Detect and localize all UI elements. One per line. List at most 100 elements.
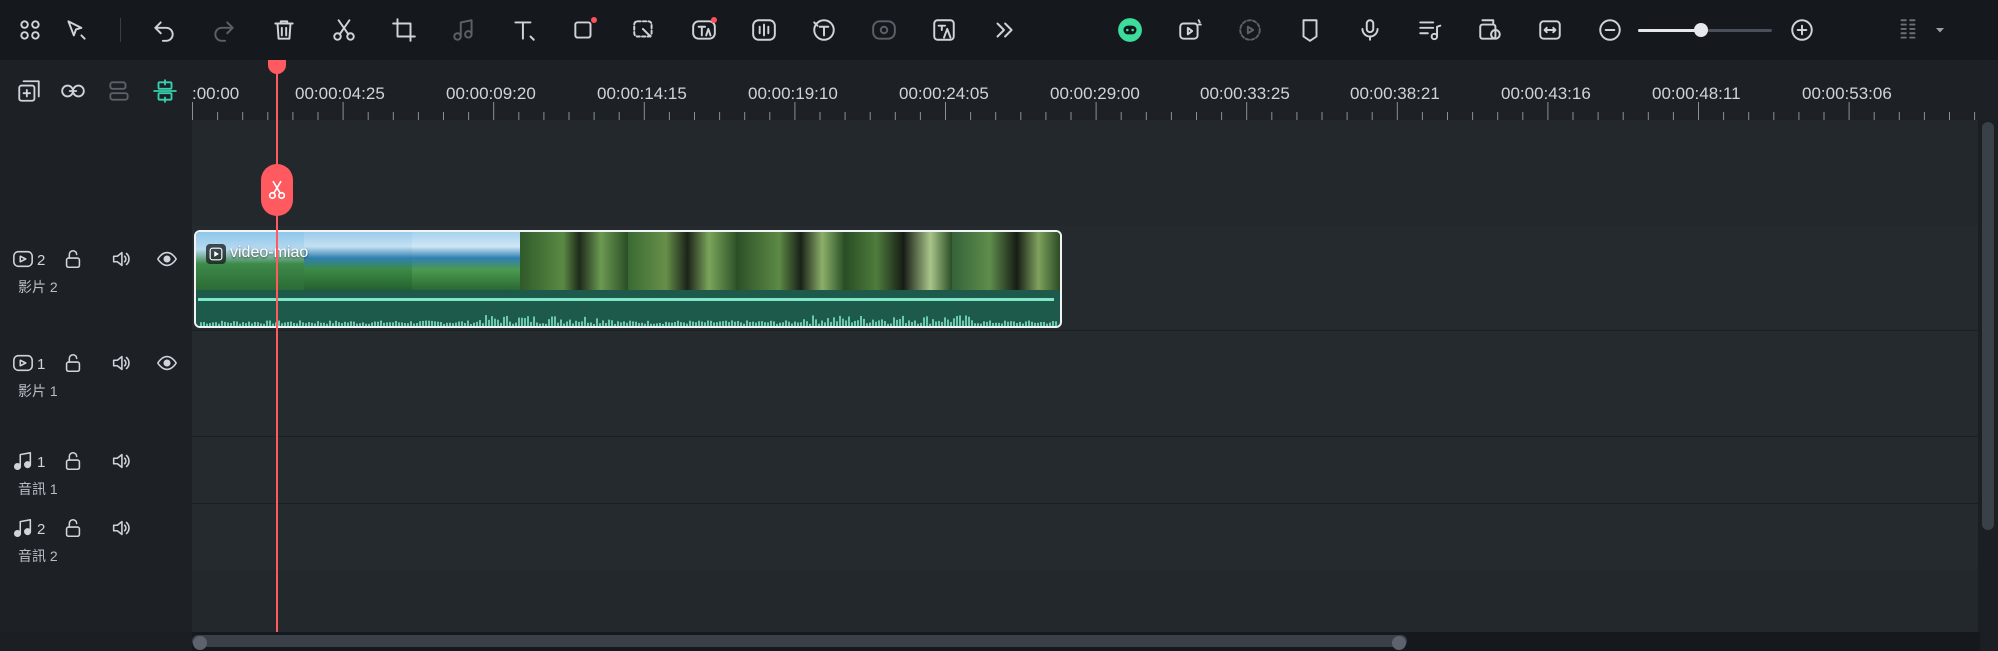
waveform-bar	[641, 322, 643, 326]
waveform-bar	[263, 323, 265, 326]
render-preview-icon[interactable]	[1234, 14, 1266, 46]
undo-icon[interactable]	[148, 14, 180, 46]
layout-icon[interactable]	[1892, 14, 1924, 46]
redo-icon[interactable]	[208, 14, 240, 46]
more-icon[interactable]	[988, 14, 1020, 46]
waveform-bar	[587, 322, 589, 326]
add-track-icon[interactable]	[16, 78, 42, 104]
waveform-bar	[719, 321, 721, 326]
crop-icon[interactable]	[388, 14, 420, 46]
timeline-ruler[interactable]: :00:00 00:00:04:25 00:00:09:20 00:00:14:…	[192, 60, 1998, 120]
lock-icon[interactable]	[62, 352, 86, 376]
split-scissors-button[interactable]	[261, 164, 293, 216]
horizontal-scrollbar-thumb[interactable]	[192, 635, 1407, 647]
translate-icon[interactable]	[928, 14, 960, 46]
mask-icon[interactable]	[628, 14, 660, 46]
waveform-bar	[971, 320, 973, 326]
audio-waveform-icon[interactable]	[748, 14, 780, 46]
ruler-label: 00:00:19:10	[748, 84, 838, 103]
clip-frame	[952, 232, 1060, 290]
audio-effect-icon[interactable]	[448, 14, 480, 46]
waveform-bar	[386, 322, 388, 326]
snapshot-icon[interactable]	[1474, 14, 1506, 46]
waveform-bar	[338, 322, 340, 326]
lock-icon[interactable]	[62, 450, 86, 474]
clip-frame	[412, 232, 520, 290]
delete-icon[interactable]	[268, 14, 300, 46]
ai-assistant-icon[interactable]	[1114, 14, 1146, 46]
waveform-bar	[578, 321, 580, 326]
waveform-bar	[239, 323, 241, 326]
waveform-bar	[419, 321, 421, 326]
scroll-start-handle[interactable]	[193, 636, 207, 650]
waveform-bar	[659, 322, 661, 326]
zoom-out-icon[interactable]	[1594, 14, 1626, 46]
dropdown-caret-icon[interactable]	[1930, 14, 1950, 46]
grid-icon[interactable]	[14, 14, 46, 46]
lane-audio-1[interactable]	[192, 437, 1978, 503]
ai-text-icon[interactable]	[688, 14, 720, 46]
waveform-bar	[287, 322, 289, 326]
waveform-bar	[251, 323, 253, 326]
waveform-bar	[488, 319, 490, 326]
microphone-icon[interactable]	[1354, 14, 1386, 46]
text-to-speech-icon[interactable]	[808, 14, 840, 46]
waveform-bar	[260, 323, 262, 326]
waveform-bar	[1052, 321, 1054, 326]
waveform-bar	[428, 320, 430, 326]
waveform-bar	[308, 322, 310, 326]
film-icon	[12, 352, 36, 376]
text-icon[interactable]	[508, 14, 540, 46]
volume-icon[interactable]	[110, 450, 134, 474]
waveform-bar	[611, 320, 613, 326]
marker-icon[interactable]	[1294, 14, 1326, 46]
lock-icon[interactable]	[62, 517, 86, 541]
waveform-bar	[434, 321, 436, 326]
ai-video-icon[interactable]	[1174, 14, 1206, 46]
cut-icon[interactable]	[328, 14, 360, 46]
playhead[interactable]	[276, 60, 278, 651]
waveform-bar	[608, 319, 610, 326]
waveform-bar	[797, 322, 799, 326]
waveform-bar	[662, 323, 664, 326]
eye-icon[interactable]	[156, 248, 180, 272]
waveform-bar	[692, 321, 694, 326]
waveform-bar	[278, 320, 280, 326]
waveform-bar	[689, 320, 691, 326]
zoom-slider-thumb[interactable]	[1694, 23, 1708, 37]
waveform-bar	[242, 322, 244, 326]
link-icon[interactable]	[60, 78, 86, 104]
waveform-bar	[599, 323, 601, 326]
zoom-in-icon[interactable]	[1786, 14, 1818, 46]
waveform-bar	[629, 320, 631, 326]
waveform-bar	[1001, 323, 1003, 326]
vertical-scrollbar[interactable]	[1980, 120, 1996, 532]
video-clip[interactable]: video-miao	[194, 230, 1062, 328]
empty-lane[interactable]	[192, 120, 1978, 226]
horizontal-scrollbar[interactable]	[192, 632, 1980, 651]
group-icon[interactable]	[106, 78, 132, 104]
speed-icon[interactable]	[868, 14, 900, 46]
lane-video-1[interactable]	[192, 331, 1978, 436]
waveform-bar	[527, 316, 529, 326]
magnet-snap-icon[interactable]	[152, 78, 178, 104]
select-arrow-icon[interactable]	[60, 14, 92, 46]
shape-icon[interactable]	[568, 14, 600, 46]
eye-icon[interactable]	[156, 352, 180, 376]
music-list-icon[interactable]	[1414, 14, 1446, 46]
waveform-bar	[1055, 321, 1057, 326]
volume-icon[interactable]	[110, 352, 134, 376]
fit-width-icon[interactable]	[1534, 14, 1566, 46]
vertical-scrollbar-thumb[interactable]	[1982, 122, 1994, 530]
clip-frame	[736, 232, 844, 290]
waveform-bar	[266, 320, 268, 326]
volume-icon[interactable]	[110, 517, 134, 541]
lock-icon[interactable]	[62, 248, 86, 272]
zoom-slider[interactable]	[1638, 23, 1772, 37]
volume-icon[interactable]	[110, 248, 134, 272]
waveform-bar	[746, 320, 748, 326]
lane-audio-2[interactable]	[192, 504, 1978, 570]
timeline-track-area[interactable]	[192, 120, 1978, 632]
waveform-bar	[530, 321, 532, 326]
scroll-end-handle[interactable]	[1392, 636, 1406, 650]
